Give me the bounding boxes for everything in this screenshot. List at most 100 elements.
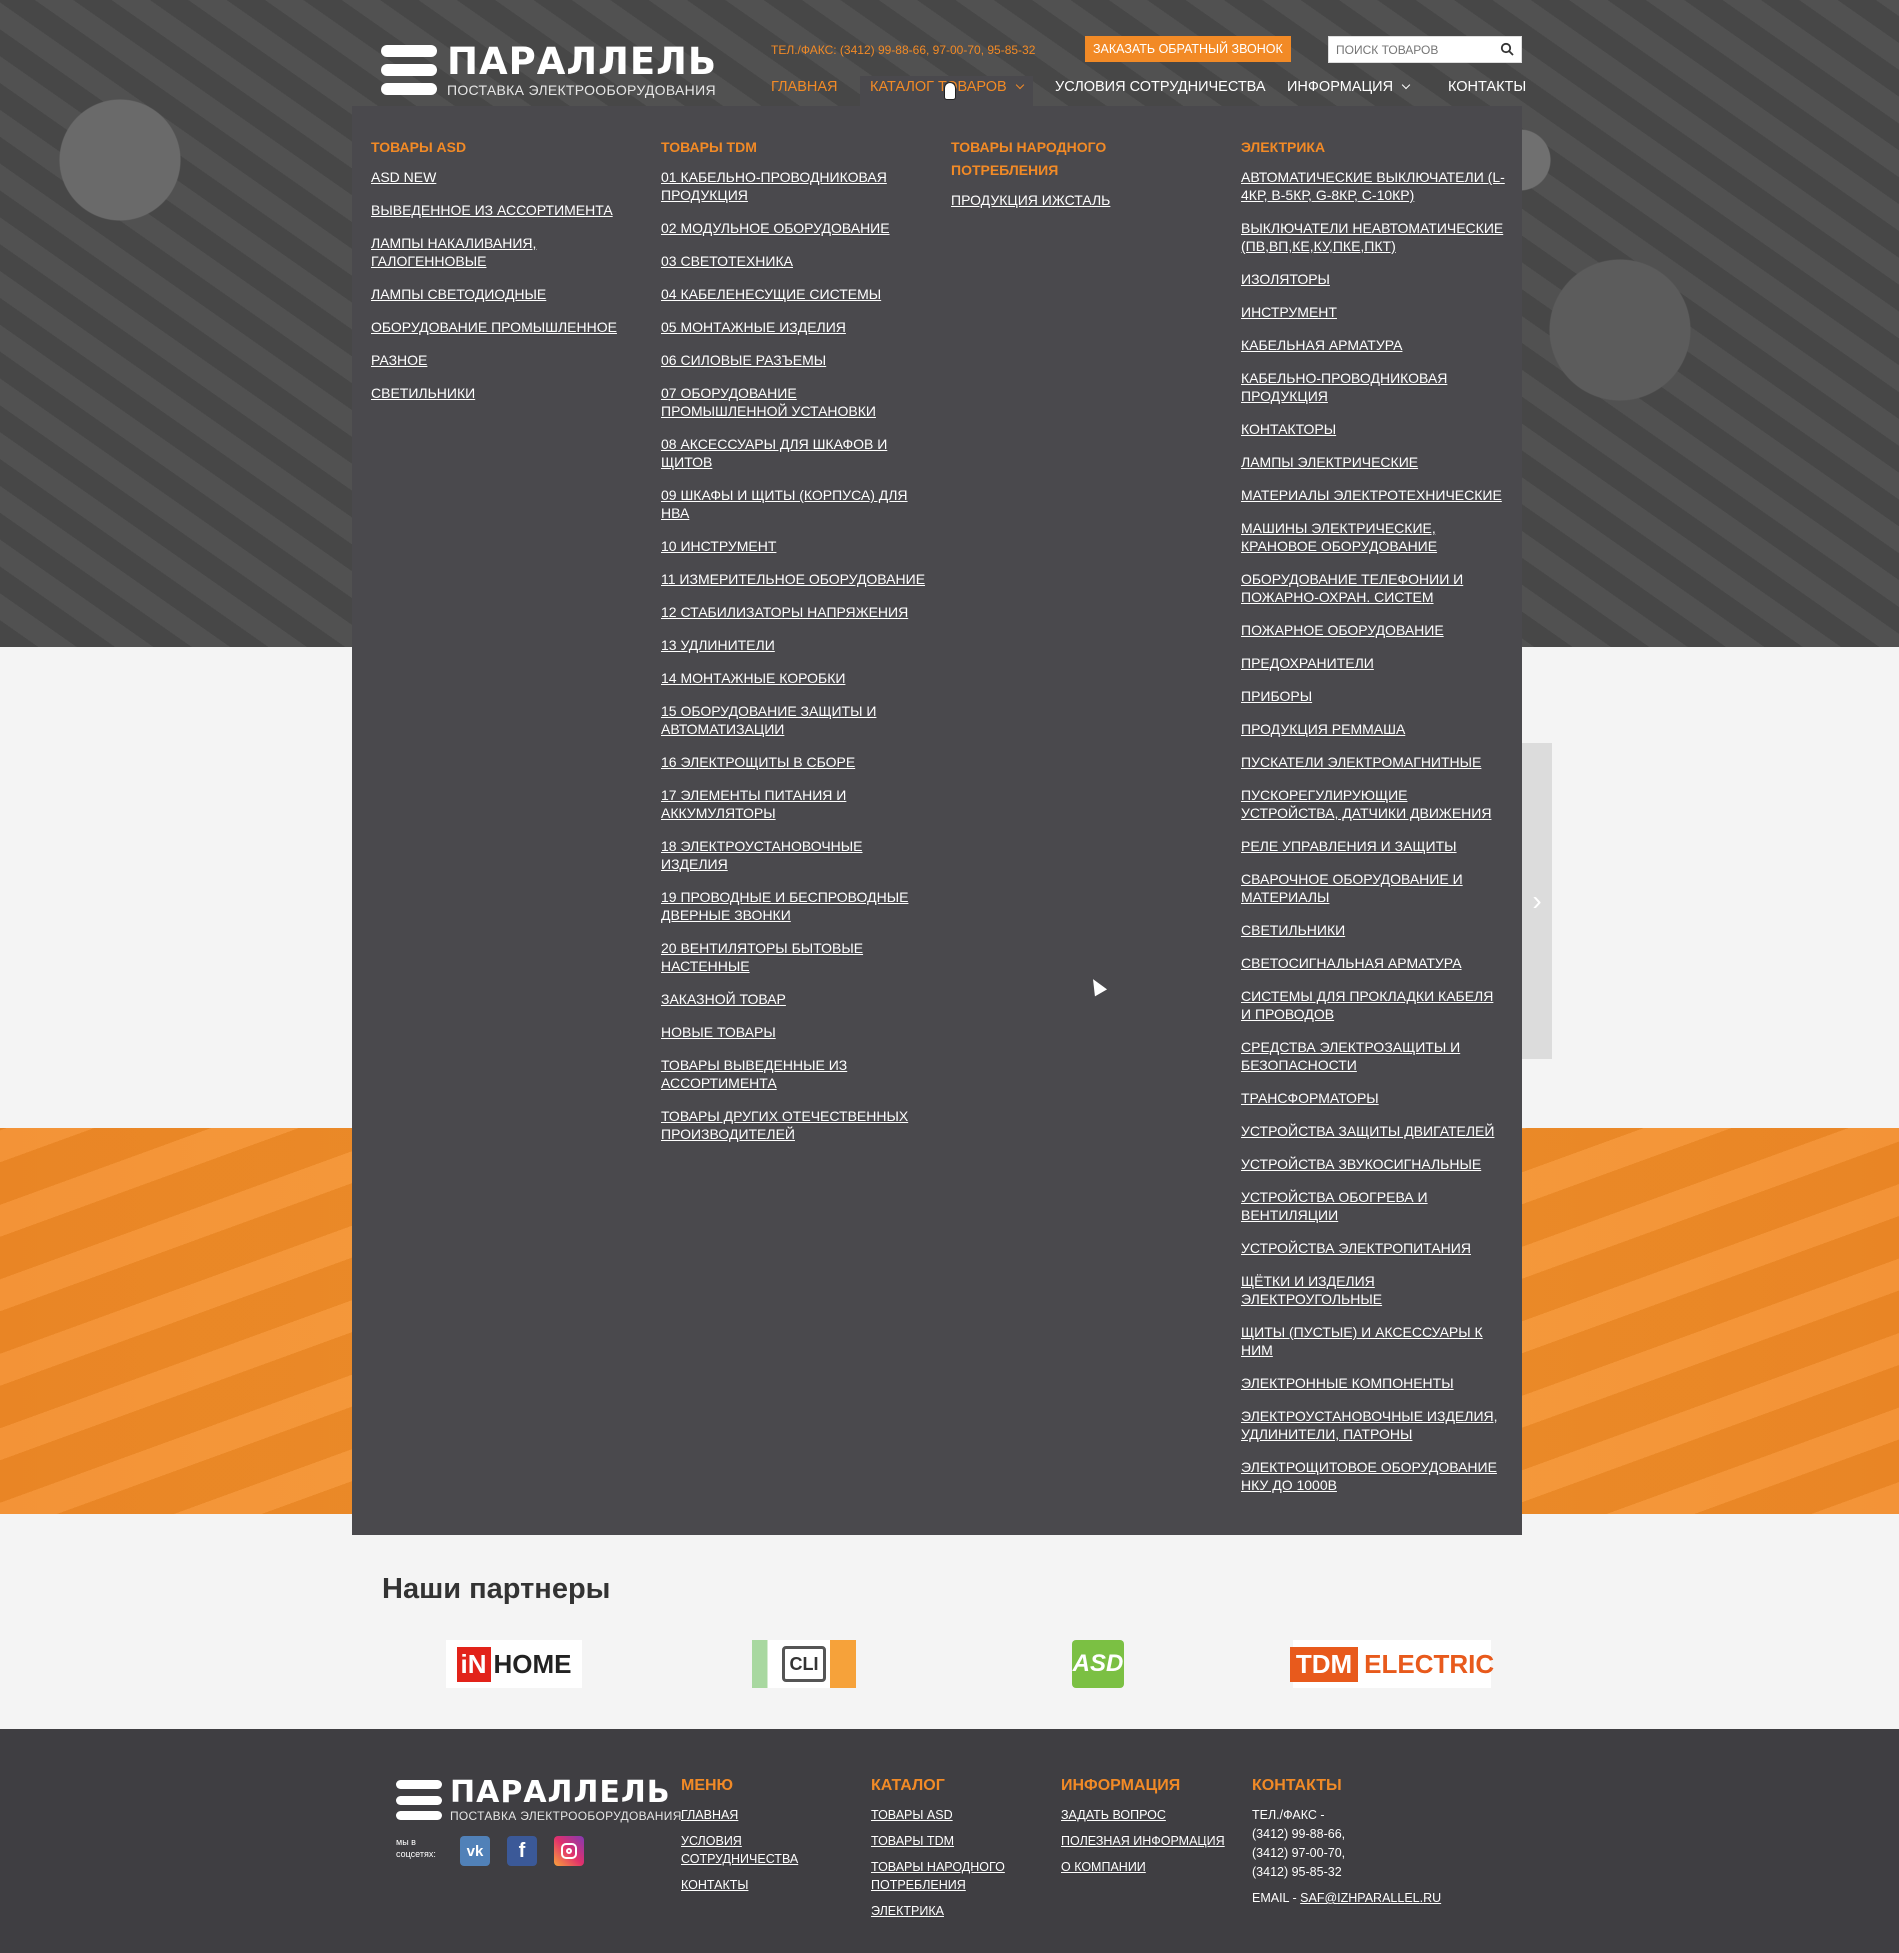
menu-link-electrics[interactable]: МАШИНЫ ЭЛЕКТРИЧЕСКИЕ, КРАНОВОЕ ОБОРУДОВА… [1241, 519, 1506, 555]
facebook-icon[interactable]: f [507, 1836, 537, 1866]
menu-link-tdm[interactable]: 14 МОНТАЖНЫЕ КОРОБКИ [661, 669, 926, 687]
footer-logo[interactable]: ПАРАЛЛЕЛЬ ПОСТАВКА ЭЛЕКТРООБОРУДОВАНИЯ [396, 1777, 682, 1823]
menu-link-electrics[interactable]: ЩИТЫ (ПУСТЫЕ) И АКСЕССУАРЫ К НИМ [1241, 1323, 1506, 1359]
menu-column-title[interactable]: ТОВАРЫ ASD [371, 136, 641, 159]
menu-link-tdm[interactable]: 18 ЭЛЕКТРОУСТАНОВОЧНЫЕ ИЗДЕЛИЯ [661, 837, 926, 873]
menu-link-tdm[interactable]: ТОВАРЫ ДРУГИХ ОТЕЧЕСТВЕННЫХ ПРОИЗВОДИТЕЛ… [661, 1107, 926, 1143]
partner-logo-cli[interactable]: CLI [752, 1640, 856, 1688]
menu-link-tdm[interactable]: 20 ВЕНТИЛЯТОРЫ БЫТОВЫЕ НАСТЕННЫЕ [661, 939, 926, 975]
callback-button[interactable]: ЗАКАЗАТЬ ОБРАТНЫЙ ЗВОНОК [1085, 36, 1291, 62]
menu-link-asd[interactable]: СВЕТИЛЬНИКИ [371, 384, 641, 402]
menu-link-tdm[interactable]: 06 СИЛОВЫЕ РАЗЪЕМЫ [661, 351, 926, 369]
footer-catalog-link[interactable]: ТОВАРЫ TDM [871, 1832, 1011, 1850]
menu-link-tdm[interactable]: 17 ЭЛЕМЕНТЫ ПИТАНИЯ И АККУМУЛЯТОРЫ [661, 786, 926, 822]
menu-link-electrics[interactable]: УСТРОЙСТВА ОБОГРЕВА И ВЕНТИЛЯЦИИ [1241, 1188, 1506, 1224]
nav-terms[interactable]: УСЛОВИЯ СОТРУДНИЧЕСТВА [1055, 76, 1266, 106]
menu-link-electrics[interactable]: МАТЕРИАЛЫ ЭЛЕКТРОТЕХНИЧЕСКИЕ [1241, 486, 1506, 504]
menu-link-tdm[interactable]: НОВЫЕ ТОВАРЫ [661, 1023, 926, 1041]
menu-link-electrics[interactable]: СВЕТОСИГНАЛЬНАЯ АРМАТУРА [1241, 954, 1506, 972]
menu-link-electrics[interactable]: РЕЛЕ УПРАВЛЕНИЯ И ЗАЩИТЫ [1241, 837, 1506, 855]
menu-link-tdm[interactable]: 08 АКСЕССУАРЫ ДЛЯ ШКАФОВ И ЩИТОВ [661, 435, 926, 471]
search-input[interactable] [1329, 37, 1489, 62]
menu-link-electrics[interactable]: ИНСТРУМЕНТ [1241, 303, 1506, 321]
menu-link-electrics[interactable]: ПРИБОРЫ [1241, 687, 1506, 705]
menu-link-electrics[interactable]: ПУСКОРЕГУЛИРУЮЩИЕ УСТРОЙСТВА, ДАТЧИКИ ДВ… [1241, 786, 1506, 822]
partner-logo-asd[interactable]: ASD [1072, 1640, 1124, 1688]
footer-menu-link[interactable]: КОНТАКТЫ [681, 1876, 821, 1894]
menu-column-consumer: ТОВАРЫ НАРОДНОГО ПОТРЕБЛЕНИЯ ПРОДУКЦИЯ И… [951, 136, 1136, 224]
search-icon[interactable] [1500, 42, 1514, 56]
menu-link-tdm[interactable]: ЗАКАЗНОЙ ТОВАР [661, 990, 926, 1008]
menu-link-tdm[interactable]: 01 КАБЕЛЬНО-ПРОВОДНИКОВАЯ ПРОДУКЦИЯ [661, 168, 926, 204]
menu-link-asd[interactable]: ASD NEW [371, 168, 641, 186]
chevron-down-icon [1015, 80, 1024, 90]
contacts-email-link[interactable]: SAF@IZHPARALLEL.RU [1300, 1891, 1441, 1905]
menu-link-tdm[interactable]: 09 ШКАФЫ И ЩИТЫ (КОРПУСА) ДЛЯ НВА [661, 486, 926, 522]
menu-link-tdm[interactable]: 16 ЭЛЕКТРОЩИТЫ В СБОРЕ [661, 753, 926, 771]
menu-link-tdm[interactable]: ТОВАРЫ ВЫВЕДЕННЫЕ ИЗ АССОРТИМЕНТА [661, 1056, 926, 1092]
menu-column-title[interactable]: ТОВАРЫ НАРОДНОГО ПОТРЕБЛЕНИЯ [951, 136, 1136, 182]
menu-link-electrics[interactable]: ЩЁТКИ И ИЗДЕЛИЯ ЭЛЕКТРОУГОЛЬНЫЕ [1241, 1272, 1506, 1308]
menu-link-electrics[interactable]: СРЕДСТВА ЭЛЕКТРОЗАЩИТЫ И БЕЗОПАСНОСТИ [1241, 1038, 1506, 1074]
menu-link-asd[interactable]: ЛАМПЫ НАКАЛИВАНИЯ, ГАЛОГЕННОВЫЕ [371, 234, 641, 270]
footer-info-link[interactable]: ПОЛЕЗНАЯ ИНФОРМАЦИЯ [1061, 1832, 1231, 1850]
menu-link-electrics[interactable]: ЭЛЕКТРОЩИТОВОЕ ОБОРУДОВАНИЕ НКУ ДО 1000В [1241, 1458, 1506, 1494]
menu-link-electrics[interactable]: ЭЛЕКТРОУСТАНОВОЧНЫЕ ИЗДЕЛИЯ, УДЛИНИТЕЛИ,… [1241, 1407, 1506, 1443]
partner-logo-tdm[interactable]: TDM ELECTRIC [1289, 1640, 1494, 1688]
instagram-icon[interactable] [554, 1836, 584, 1866]
menu-link-electrics[interactable]: УСТРОЙСТВА ЗВУКОСИГНАЛЬНЫЕ [1241, 1155, 1506, 1173]
menu-link-asd[interactable]: ВЫВЕДЕННОЕ ИЗ АССОРТИМЕНТА [371, 201, 641, 219]
menu-link-tdm[interactable]: 07 ОБОРУДОВАНИЕ ПРОМЫШЛЕННОЙ УСТАНОВКИ [661, 384, 926, 420]
menu-link-electrics[interactable]: ПУСКАТЕЛИ ЭЛЕКТРОМАГНИТНЫЕ [1241, 753, 1506, 771]
nav-home[interactable]: ГЛАВНАЯ [771, 76, 838, 106]
nav-contacts[interactable]: КОНТАКТЫ [1448, 76, 1526, 106]
footer-info-link[interactable]: О КОМПАНИИ [1061, 1858, 1231, 1876]
footer-catalog-link[interactable]: ТОВАРЫ ASD [871, 1806, 1011, 1824]
footer-info-link[interactable]: ЗАДАТЬ ВОПРОС [1061, 1806, 1231, 1824]
footer-catalog-link[interactable]: ЭЛЕКТРИКА [871, 1902, 1011, 1920]
vk-icon[interactable]: vk [460, 1836, 490, 1866]
menu-link-asd[interactable]: РАЗНОЕ [371, 351, 641, 369]
menu-link-electrics[interactable]: ПОЖАРНОЕ ОБОРУДОВАНИЕ [1241, 621, 1506, 639]
menu-link-electrics[interactable]: КОНТАКТОРЫ [1241, 420, 1506, 438]
footer-menu-link[interactable]: ГЛАВНАЯ [681, 1806, 821, 1824]
menu-link-tdm[interactable]: 03 СВЕТОТЕХНИКА [661, 252, 926, 270]
menu-link-electrics[interactable]: ИЗОЛЯТОРЫ [1241, 270, 1506, 288]
menu-link-tdm[interactable]: 10 ИНСТРУМЕНТ [661, 537, 926, 555]
menu-link-tdm[interactable]: 12 СТАБИЛИЗАТОРЫ НАПРЯЖЕНИЯ [661, 603, 926, 621]
menu-link-electrics[interactable]: ТРАНСФОРМАТОРЫ [1241, 1089, 1506, 1107]
menu-link-electrics[interactable]: ПРОДУКЦИЯ РЕММАША [1241, 720, 1506, 738]
menu-link-asd[interactable]: ОБОРУДОВАНИЕ ПРОМЫШЛЕННОЕ [371, 318, 641, 336]
menu-link-electrics[interactable]: КАБЕЛЬНО-ПРОВОДНИКОВАЯ ПРОДУКЦИЯ [1241, 369, 1506, 405]
menu-link-tdm[interactable]: 05 МОНТАЖНЫЕ ИЗДЕЛИЯ [661, 318, 926, 336]
partner-logo-inhome[interactable]: iN HOME [446, 1640, 582, 1688]
menu-link-electrics[interactable]: ОБОРУДОВАНИЕ ТЕЛЕФОНИИ И ПОЖАРНО-ОХРАН. … [1241, 570, 1506, 606]
menu-column-title[interactable]: ТОВАРЫ TDM [661, 136, 926, 159]
menu-link-electrics[interactable]: ПРЕДОХРАНИТЕЛИ [1241, 654, 1506, 672]
slider-next-button[interactable]: › [1522, 743, 1552, 1059]
menu-link-electrics[interactable]: СИСТЕМЫ ДЛЯ ПРОКЛАДКИ КАБЕЛЯ И ПРОВОДОВ [1241, 987, 1506, 1023]
footer-logo-subtitle: ПОСТАВКА ЭЛЕКТРООБОРУДОВАНИЯ [450, 1809, 682, 1823]
menu-link-tdm[interactable]: 15 ОБОРУДОВАНИЕ ЗАЩИТЫ И АВТОМАТИЗАЦИИ [661, 702, 926, 738]
menu-link-tdm[interactable]: 13 УДЛИНИТЕЛИ [661, 636, 926, 654]
menu-link-electrics[interactable]: СВЕТИЛЬНИКИ [1241, 921, 1506, 939]
menu-link-electrics[interactable]: АВТОМАТИЧЕСКИЕ ВЫКЛЮЧАТЕЛИ (L-4КР, B-5КР… [1241, 168, 1506, 204]
footer-menu-link[interactable]: УСЛОВИЯ СОТРУДНИЧЕСТВА [681, 1832, 821, 1868]
menu-link-electrics[interactable]: ЭЛЕКТРОННЫЕ КОМПОНЕНТЫ [1241, 1374, 1506, 1392]
site-logo[interactable]: ПАРАЛЛЕЛЬ ПОСТАВКА ЭЛЕКТРООБОРУДОВАНИЯ [381, 42, 717, 98]
menu-link-tdm[interactable]: 19 ПРОВОДНЫЕ И БЕСПРОВОДНЫЕ ДВЕРНЫЕ ЗВОН… [661, 888, 926, 924]
menu-link-tdm[interactable]: 11 ИЗМЕРИТЕЛЬНОЕ ОБОРУДОВАНИЕ [661, 570, 926, 588]
menu-link-electrics[interactable]: ВЫКЛЮЧАТЕЛИ НЕАВТОМАТИЧЕСКИЕ (ПВ,ВП,КЕ,К… [1241, 219, 1506, 255]
menu-link-electrics[interactable]: УСТРОЙСТВА ЭЛЕКТРОПИТАНИЯ [1241, 1239, 1506, 1257]
footer-catalog-link[interactable]: ТОВАРЫ НАРОДНОГО ПОТРЕБЛЕНИЯ [871, 1858, 1011, 1894]
menu-link-electrics[interactable]: ЛАМПЫ ЭЛЕКТРИЧЕСКИЕ [1241, 453, 1506, 471]
menu-link-consumer[interactable]: ПРОДУКЦИЯ ИЖСТАЛЬ [951, 191, 1136, 209]
menu-link-electrics[interactable]: КАБЕЛЬНАЯ АРМАТУРА [1241, 336, 1506, 354]
menu-link-tdm[interactable]: 02 МОДУЛЬНОЕ ОБОРУДОВАНИЕ [661, 219, 926, 237]
menu-link-tdm[interactable]: 04 КАБЕЛЕНЕСУЩИЕ СИСТЕМЫ [661, 285, 926, 303]
nav-info[interactable]: ИНФОРМАЦИЯ [1287, 76, 1411, 106]
menu-link-electrics[interactable]: УСТРОЙСТВА ЗАЩИТЫ ДВИГАТЕЛЕЙ [1241, 1122, 1506, 1140]
menu-column-title[interactable]: ЭЛЕКТРИКА [1241, 136, 1506, 159]
menu-link-asd[interactable]: ЛАМПЫ СВЕТОДИОДНЫЕ [371, 285, 641, 303]
menu-link-electrics[interactable]: СВАРОЧНОЕ ОБОРУДОВАНИЕ И МАТЕРИАЛЫ [1241, 870, 1506, 906]
